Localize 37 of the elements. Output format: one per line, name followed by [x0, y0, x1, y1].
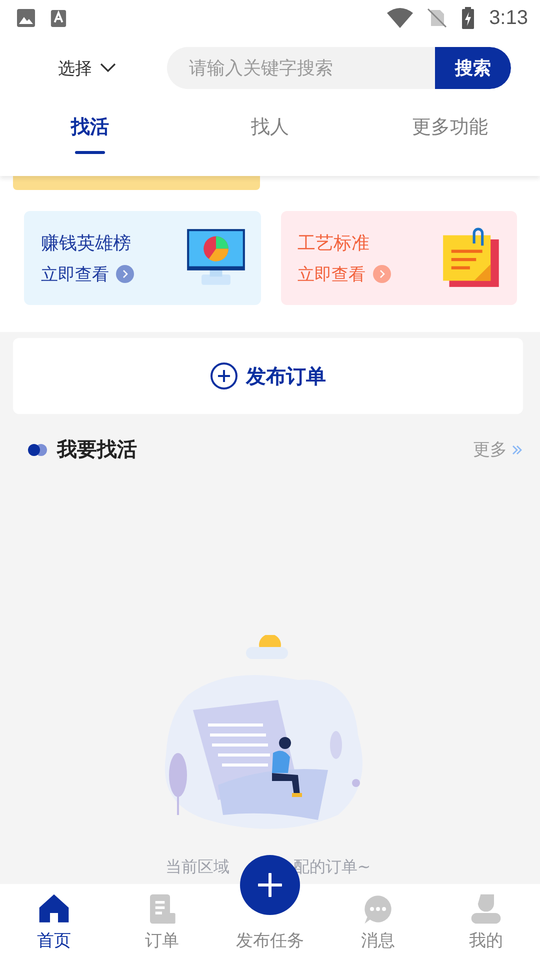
image-icon — [16, 8, 36, 28]
location-select[interactable]: 选择 — [58, 56, 167, 80]
font-icon — [50, 8, 67, 28]
nav-item[interactable]: 首页 — [0, 884, 108, 960]
tab[interactable]: 找人 — [180, 100, 360, 176]
card-title: 工艺标准 — [298, 232, 370, 254]
nav-item[interactable]: 发布任务 — [216, 920, 324, 960]
home-icon — [38, 893, 70, 925]
tab[interactable]: 更多功能 — [360, 100, 540, 176]
wifi-icon — [387, 8, 414, 28]
nav-item[interactable]: 订单 — [108, 884, 216, 960]
more-link[interactable]: 更多 — [473, 438, 523, 461]
plus-icon — [258, 873, 282, 897]
empty-message: 当前区域 — [165, 857, 230, 878]
arrow-circle-icon — [116, 265, 134, 283]
search-button[interactable]: 搜索 — [435, 47, 511, 89]
messages-icon — [362, 893, 394, 925]
profile-icon — [470, 893, 502, 925]
view-link[interactable]: 立即查看 — [298, 262, 366, 286]
view-link[interactable]: 立即查看 — [41, 262, 109, 286]
plus-circle-icon — [210, 362, 238, 390]
nav-item[interactable]: 消息 — [324, 884, 432, 960]
no-sim-icon — [427, 8, 448, 28]
shortcut-card[interactable]: 赚钱英雄榜 立即查看 — [24, 211, 260, 305]
status-time: 3:13 — [489, 6, 528, 30]
section-title: 我要找活 — [57, 436, 137, 463]
chevron-down-icon — [100, 63, 116, 73]
double-chevron-icon — [511, 444, 523, 456]
tab[interactable]: 找活 — [0, 100, 180, 176]
section-dots-icon — [27, 442, 49, 456]
battery-charging-icon — [461, 7, 476, 29]
arrow-circle-icon — [372, 265, 390, 283]
card-title: 赚钱英雄榜 — [41, 232, 132, 254]
publish-order-button[interactable]: 发布订单 — [13, 338, 523, 414]
note-clip-icon — [443, 227, 501, 289]
nav-item[interactable]: 我的 — [432, 884, 540, 960]
shortcut-card[interactable]: 工艺标准 立即查看 — [280, 211, 517, 305]
